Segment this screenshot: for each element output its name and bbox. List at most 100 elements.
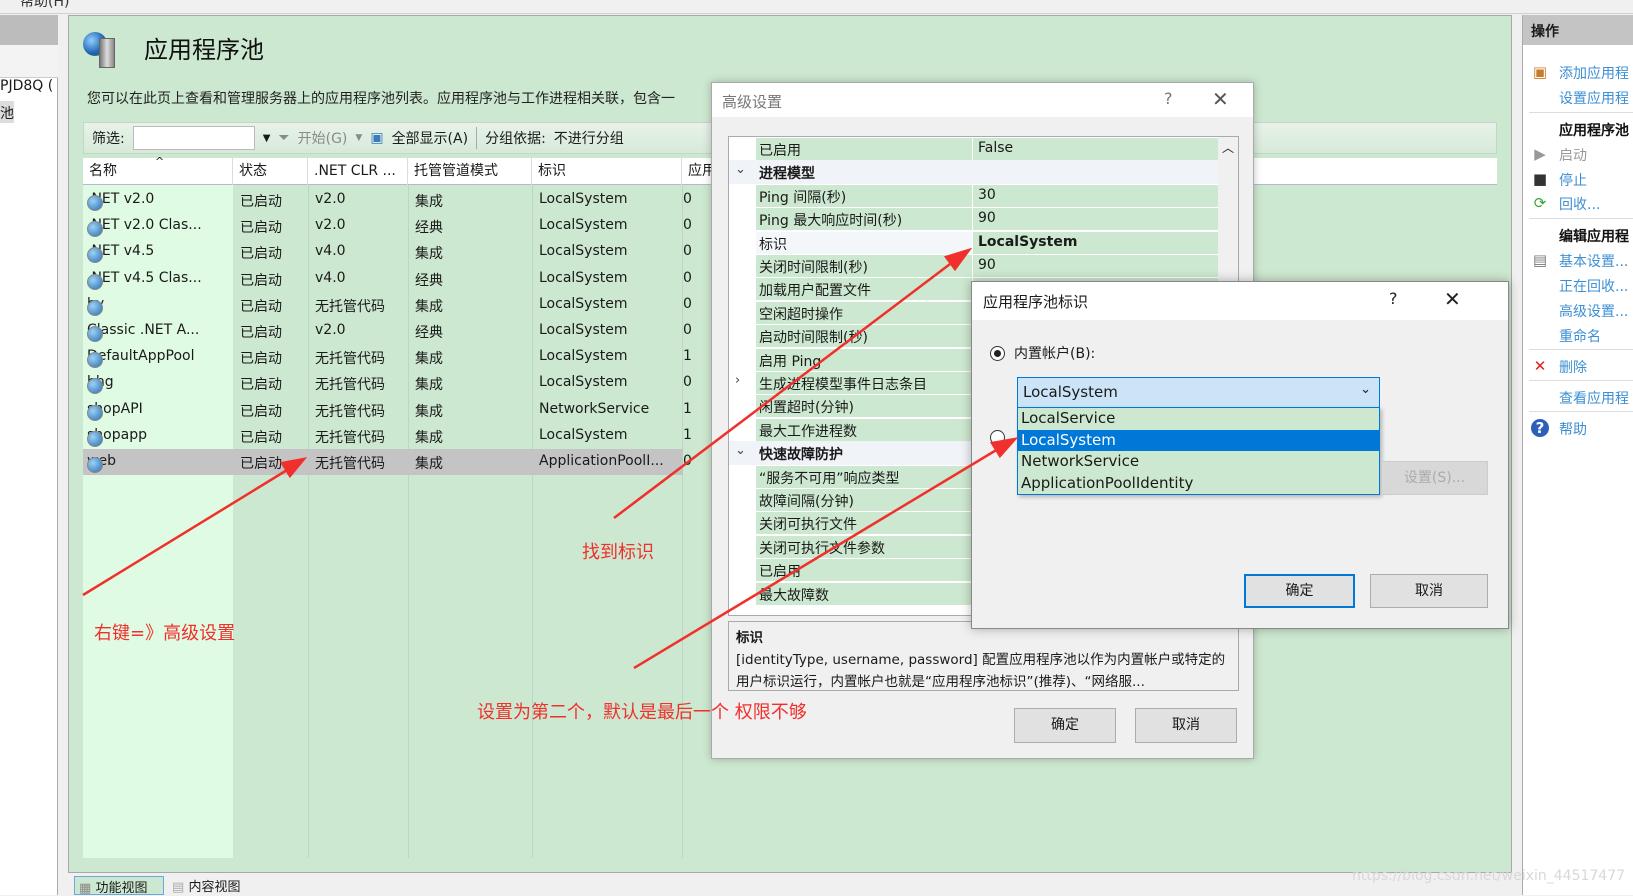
filter-dropdown-icon[interactable]: ▼ (263, 133, 271, 144)
cell-clr: v2.0 (315, 217, 346, 234)
property-key: 启动时间限制(秒) (756, 325, 972, 348)
property-value[interactable]: 90 (973, 255, 1219, 277)
app-pool-icon (87, 378, 103, 395)
table-row[interactable]: .NET v4.5 Clas... 已启动 v4.0 经典 LocalSystem 0 (83, 266, 692, 292)
property-key: 生成进程模型事件日志条目 (756, 372, 972, 394)
col-header-status[interactable]: 状态 (233, 158, 308, 185)
chevron-down-icon[interactable]: ⌄ (735, 162, 746, 177)
cell-identity: ApplicationPoolI... (539, 453, 664, 469)
property-row[interactable]: 关闭时间限制(秒) 90 (729, 254, 1220, 278)
action-link[interactable]: 设置应用程 (1559, 88, 1629, 108)
custom-account-radio[interactable] (990, 430, 1005, 445)
dropdown-option[interactable]: LocalSystem (1018, 429, 1379, 451)
cell-apps: 0 (683, 453, 692, 469)
action-link[interactable]: 高级设置... (1559, 301, 1628, 321)
action-link[interactable]: 删除 (1559, 357, 1587, 377)
action-link[interactable]: 查看应用程 (1559, 388, 1629, 408)
help-icon[interactable]: ? (1164, 89, 1173, 108)
action-link[interactable]: 回收... (1559, 194, 1600, 214)
table-row[interactable]: shopAPI 已启动 无托管代码 集成 NetworkService 1 (83, 397, 692, 423)
table-row[interactable]: web 已启动 无托管代码 集成 ApplicationPoolI... 0 (83, 449, 692, 475)
table-row[interactable]: shopapp 已启动 无托管代码 集成 LocalSystem 1 (83, 423, 692, 449)
chevron-right-icon[interactable]: › (735, 373, 740, 388)
property-value[interactable]: LocalSystem (973, 231, 1219, 254)
cell-status: 已启动 (240, 194, 282, 210)
action-link[interactable]: 基本设置... (1559, 251, 1628, 271)
builtin-account-select[interactable]: LocalSystem ⌄ (1017, 377, 1380, 408)
action-link[interactable]: 启动 (1559, 145, 1587, 165)
cell-status: 已启动 (240, 272, 282, 289)
table-row[interactable]: .NET v2.0 Clas... 已启动 v2.0 经典 LocalSystem 0 (83, 213, 692, 239)
app-pool-icon (87, 430, 103, 447)
property-row[interactable]: Ping 间隔(秒) 30 (729, 184, 1220, 208)
add-pool-icon: ▣ (1532, 63, 1548, 81)
table-row[interactable]: hhg 已启动 无托管代码 集成 LocalSystem 0 (83, 370, 692, 396)
page-title: 应用程序池 (144, 36, 264, 64)
property-row[interactable]: 标识 LocalSystem (729, 231, 1220, 255)
table-row[interactable]: .NET v4.5 已启动 v4.0 集成 LocalSystem 0 (83, 239, 692, 265)
menu-bar: 帮助(H) (0, 0, 1633, 14)
close-icon[interactable]: ✕ (1212, 87, 1229, 111)
group-by-select[interactable]: 不进行分组 (554, 128, 624, 148)
property-value[interactable]: 90 (973, 208, 1219, 231)
tree-server-node[interactable]: PJD8Q ( (0, 78, 53, 94)
cell-apps: 1 (683, 426, 692, 443)
cell-pipeline: 经典 (415, 325, 443, 341)
cancel-button[interactable]: 取消 (1135, 708, 1237, 743)
ok-button[interactable]: 确定 (1014, 708, 1116, 743)
dropdown-option[interactable]: LocalService (1018, 408, 1379, 430)
tab-content-view[interactable]: ▤ 内容视图 (168, 876, 240, 895)
tab-features-view[interactable]: ▦ 功能视图 (74, 876, 164, 896)
start-dropdown-icon[interactable]: ▼ (355, 133, 362, 143)
dropdown-option[interactable]: ApplicationPoolIdentity (1018, 473, 1379, 495)
cell-clr: 无托管代码 (315, 351, 385, 368)
builtin-account-radio[interactable] (990, 346, 1005, 361)
close-icon[interactable]: ✕ (1444, 287, 1461, 311)
cell-clr: v4.0 (315, 269, 346, 286)
annotation-right-click: 右键=》高级设置 (94, 623, 236, 644)
property-row[interactable]: Ping 最大响应时间(秒) 90 (729, 207, 1220, 231)
property-key: 故障间隔(分钟) (756, 489, 972, 511)
help-icon[interactable]: ? (1389, 289, 1398, 308)
play-icon: ▶ (1534, 145, 1546, 163)
col-header-pipeline[interactable]: 托管管道模式 (408, 158, 532, 185)
scroll-up-icon[interactable]: ︿ (1222, 139, 1234, 156)
action-link[interactable]: 正在回收... (1559, 276, 1628, 296)
property-row[interactable]: 已启用 False (729, 137, 1220, 161)
property-key: 最大故障数 (756, 582, 972, 605)
action-link[interactable]: 重命名 (1559, 326, 1601, 346)
col-header-identity[interactable]: 标识 (532, 158, 682, 185)
cell-name: .NET v4.5 Clas... (87, 270, 202, 290)
chevron-down-icon[interactable]: ⌄ (735, 443, 746, 458)
filter-input[interactable] (132, 126, 255, 150)
cell-apps: 0 (683, 269, 692, 286)
action-link[interactable]: 帮助 (1559, 419, 1587, 439)
col-header-clr[interactable]: .NET CLR ... (308, 158, 408, 185)
table-row[interactable]: Classic .NET A... 已启动 v2.0 经典 LocalSystem 0 (83, 318, 692, 344)
cell-clr: 无托管代码 (315, 429, 385, 446)
cell-clr: v4.0 (315, 243, 346, 260)
table-row[interactable]: by 已启动 无托管代码 集成 LocalSystem 0 (83, 292, 692, 318)
tree-app-pools-node[interactable]: 池 (0, 101, 14, 123)
cell-name: .NET v2.0 Clas... (87, 217, 202, 238)
ok-button[interactable]: 确定 (1244, 574, 1355, 608)
property-value[interactable]: 30 (973, 184, 1219, 207)
cell-identity: NetworkService (539, 400, 650, 417)
property-category[interactable]: ⌄ 进程模型 (729, 160, 1220, 185)
cancel-button[interactable]: 取消 (1370, 574, 1488, 608)
cell-apps: 0 (683, 374, 692, 391)
action-link[interactable]: 停止 (1559, 170, 1587, 190)
show-all-button[interactable]: 全部显示(A) (392, 128, 469, 148)
cell-pipeline: 集成 (415, 429, 443, 446)
set-credentials-button[interactable]: 设置(S)... (1381, 461, 1488, 495)
table-row[interactable]: DefaultAppPool 已启动 无托管代码 集成 LocalSystem 1 (83, 344, 692, 370)
menu-help[interactable]: 帮助(H) (20, 0, 69, 11)
dropdown-option[interactable]: NetworkService (1018, 451, 1379, 473)
property-value[interactable]: False (973, 138, 1219, 160)
property-key: 已启用 (756, 559, 972, 582)
actions-section-heading: 应用程序池 (1559, 123, 1629, 139)
features-view-icon: ▦ (79, 881, 92, 896)
action-link[interactable]: 添加应用程 (1559, 63, 1629, 83)
start-filter-button[interactable]: 开始(G) (298, 128, 348, 148)
table-row[interactable]: .NET v2.0 已启动 v2.0 集成 LocalSystem 0 (83, 187, 692, 213)
